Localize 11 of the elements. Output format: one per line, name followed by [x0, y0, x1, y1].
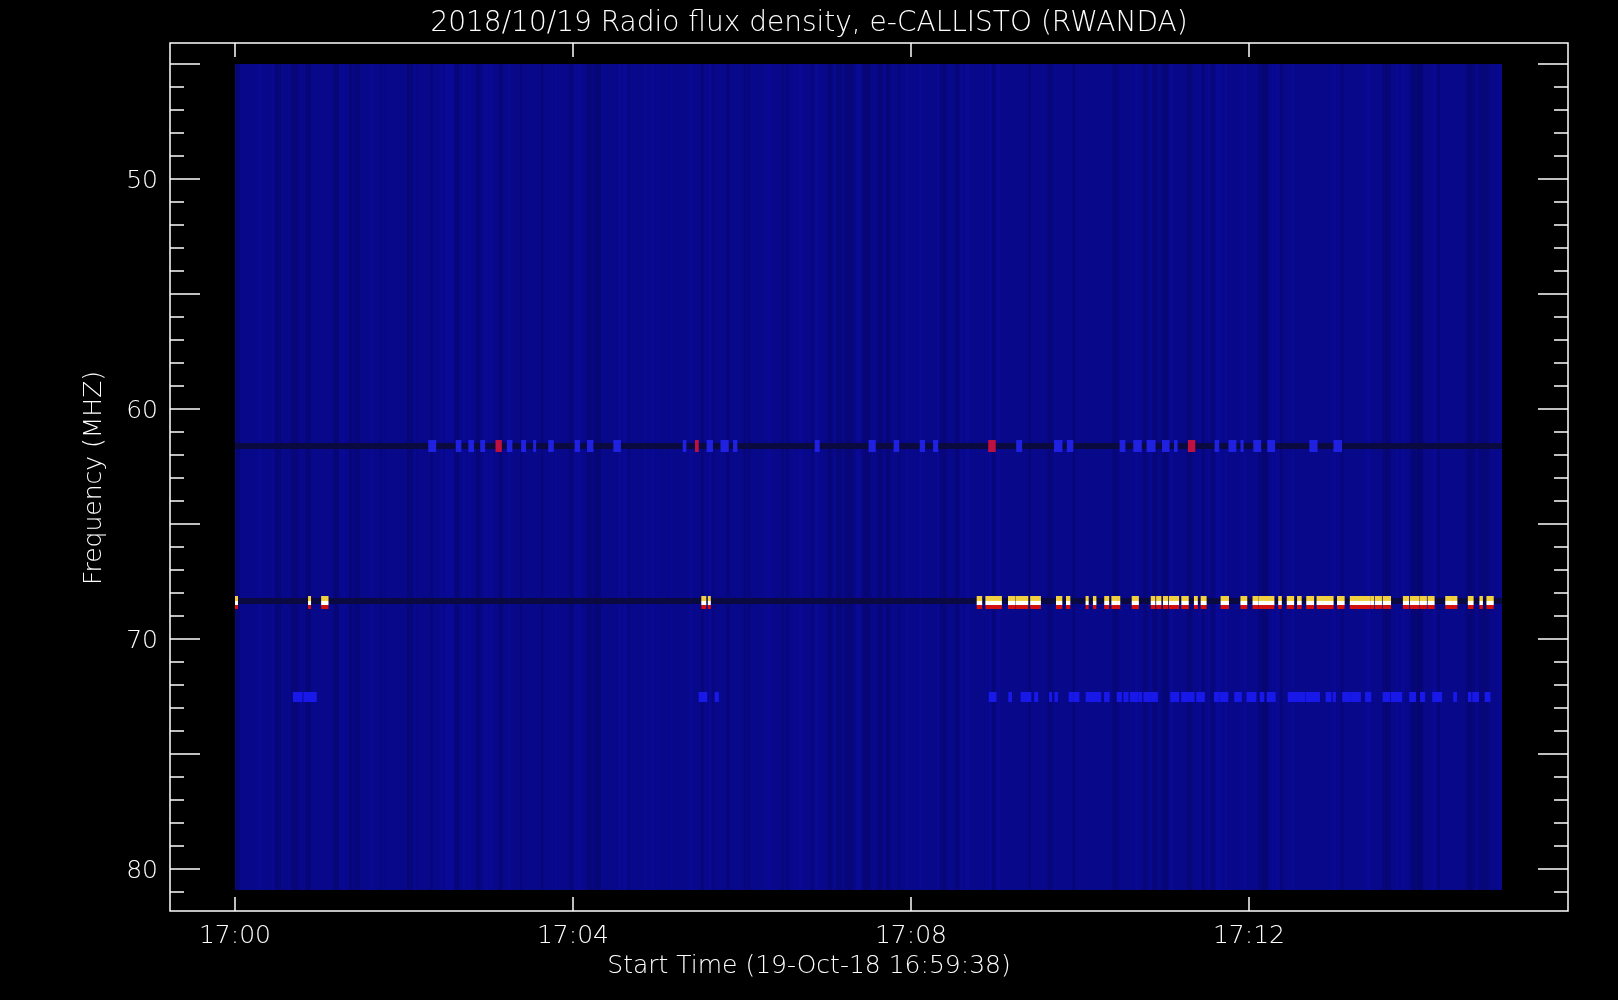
y-axis-label: Frequency (MHZ): [78, 370, 107, 586]
chart-title: 2018/10/19 Radio flux density, e-CALLISTO (RWANDA): [430, 5, 1188, 38]
x-axis-label: Start Time (19-Oct-18 16:59:38): [607, 950, 1011, 979]
y-tick-label: 80: [126, 855, 158, 884]
x-tick-label: 17:00: [199, 920, 271, 949]
x-tick-label: 17:04: [537, 920, 609, 949]
y-tick-label: 50: [126, 165, 158, 194]
x-tick-label: 17:08: [875, 920, 947, 949]
y-tick-label: 60: [126, 395, 158, 424]
x-tick-label: 17:12: [1213, 920, 1285, 949]
y-tick-label: 70: [126, 625, 158, 654]
